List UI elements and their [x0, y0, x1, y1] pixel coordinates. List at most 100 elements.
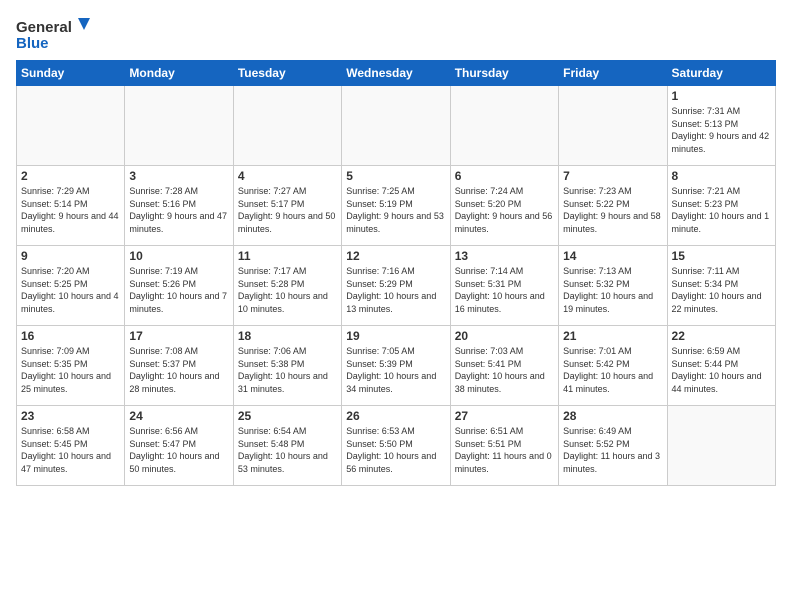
- svg-text:General: General: [16, 19, 72, 36]
- day-info: Sunrise: 6:56 AM Sunset: 5:47 PM Dayligh…: [129, 425, 228, 475]
- day-number: 27: [455, 409, 554, 423]
- day-info: Sunrise: 7:29 AM Sunset: 5:14 PM Dayligh…: [21, 185, 120, 235]
- day-number: 19: [346, 329, 445, 343]
- calendar-cell: [233, 86, 341, 166]
- day-number: 16: [21, 329, 120, 343]
- day-number: 6: [455, 169, 554, 183]
- calendar-cell: 13 Sunrise: 7:14 AM Sunset: 5:31 PM Dayli…: [450, 246, 558, 326]
- calendar-cell: 4 Sunrise: 7:27 AM Sunset: 5:17 PM Daylig…: [233, 166, 341, 246]
- calendar-cell: 23 Sunrise: 6:58 AM Sunset: 5:45 PM Dayli…: [17, 406, 125, 486]
- calendar-cell: 26 Sunrise: 6:53 AM Sunset: 5:50 PM Dayli…: [342, 406, 450, 486]
- calendar-cell: [125, 86, 233, 166]
- day-number: 24: [129, 409, 228, 423]
- day-number: 9: [21, 249, 120, 263]
- calendar-cell: 28 Sunrise: 6:49 AM Sunset: 5:52 PM Dayli…: [559, 406, 667, 486]
- calendar-cell: 8 Sunrise: 7:21 AM Sunset: 5:23 PM Daylig…: [667, 166, 775, 246]
- week-row-2: 2 Sunrise: 7:29 AM Sunset: 5:14 PM Daylig…: [17, 166, 776, 246]
- weekday-header-sunday: Sunday: [17, 61, 125, 86]
- calendar-cell: [667, 406, 775, 486]
- day-number: 5: [346, 169, 445, 183]
- day-number: 18: [238, 329, 337, 343]
- day-number: 15: [672, 249, 771, 263]
- calendar-cell: 20 Sunrise: 7:03 AM Sunset: 5:41 PM Dayli…: [450, 326, 558, 406]
- day-number: 13: [455, 249, 554, 263]
- day-info: Sunrise: 7:31 AM Sunset: 5:13 PM Dayligh…: [672, 105, 771, 155]
- day-number: 28: [563, 409, 662, 423]
- day-info: Sunrise: 7:25 AM Sunset: 5:19 PM Dayligh…: [346, 185, 445, 235]
- week-row-1: 1 Sunrise: 7:31 AM Sunset: 5:13 PM Daylig…: [17, 86, 776, 166]
- day-info: Sunrise: 6:49 AM Sunset: 5:52 PM Dayligh…: [563, 425, 662, 475]
- day-number: 4: [238, 169, 337, 183]
- weekday-header-saturday: Saturday: [667, 61, 775, 86]
- week-row-3: 9 Sunrise: 7:20 AM Sunset: 5:25 PM Daylig…: [17, 246, 776, 326]
- calendar-cell: 16 Sunrise: 7:09 AM Sunset: 5:35 PM Dayli…: [17, 326, 125, 406]
- calendar-cell: 2 Sunrise: 7:29 AM Sunset: 5:14 PM Daylig…: [17, 166, 125, 246]
- calendar-cell: 3 Sunrise: 7:28 AM Sunset: 5:16 PM Daylig…: [125, 166, 233, 246]
- calendar-cell: 19 Sunrise: 7:05 AM Sunset: 5:39 PM Dayli…: [342, 326, 450, 406]
- calendar-cell: 18 Sunrise: 7:06 AM Sunset: 5:38 PM Dayli…: [233, 326, 341, 406]
- day-number: 3: [129, 169, 228, 183]
- day-number: 17: [129, 329, 228, 343]
- day-info: Sunrise: 7:19 AM Sunset: 5:26 PM Dayligh…: [129, 265, 228, 315]
- week-row-4: 16 Sunrise: 7:09 AM Sunset: 5:35 PM Dayli…: [17, 326, 776, 406]
- calendar-cell: 21 Sunrise: 7:01 AM Sunset: 5:42 PM Dayli…: [559, 326, 667, 406]
- day-info: Sunrise: 7:28 AM Sunset: 5:16 PM Dayligh…: [129, 185, 228, 235]
- calendar-cell: 24 Sunrise: 6:56 AM Sunset: 5:47 PM Dayli…: [125, 406, 233, 486]
- day-number: 26: [346, 409, 445, 423]
- calendar-cell: 7Sunrise: 7:23 AM Sunset: 5:22 PM Daylig…: [559, 166, 667, 246]
- calendar-cell: 10 Sunrise: 7:19 AM Sunset: 5:26 PM Dayli…: [125, 246, 233, 326]
- day-number: 1: [672, 89, 771, 103]
- weekday-header-row: SundayMondayTuesdayWednesdayThursdayFrid…: [17, 61, 776, 86]
- day-info: Sunrise: 7:08 AM Sunset: 5:37 PM Dayligh…: [129, 345, 228, 395]
- day-info: Sunrise: 7:20 AM Sunset: 5:25 PM Dayligh…: [21, 265, 120, 315]
- day-info: Sunrise: 7:11 AM Sunset: 5:34 PM Dayligh…: [672, 265, 771, 315]
- calendar-cell: 15 Sunrise: 7:11 AM Sunset: 5:34 PM Dayli…: [667, 246, 775, 326]
- day-number: 21: [563, 329, 662, 343]
- calendar-table: SundayMondayTuesdayWednesdayThursdayFrid…: [16, 60, 776, 486]
- day-info: Sunrise: 7:03 AM Sunset: 5:41 PM Dayligh…: [455, 345, 554, 395]
- day-info: Sunrise: 7:01 AM Sunset: 5:42 PM Dayligh…: [563, 345, 662, 395]
- weekday-header-wednesday: Wednesday: [342, 61, 450, 86]
- day-info: Sunrise: 7:23 AM Sunset: 5:22 PM Dayligh…: [563, 185, 662, 235]
- day-info: Sunrise: 6:58 AM Sunset: 5:45 PM Dayligh…: [21, 425, 120, 475]
- calendar-cell: 17 Sunrise: 7:08 AM Sunset: 5:37 PM Dayli…: [125, 326, 233, 406]
- day-info: Sunrise: 7:06 AM Sunset: 5:38 PM Dayligh…: [238, 345, 337, 395]
- calendar-cell: [17, 86, 125, 166]
- weekday-header-thursday: Thursday: [450, 61, 558, 86]
- weekday-header-monday: Monday: [125, 61, 233, 86]
- calendar-cell: 6Sunrise: 7:24 AM Sunset: 5:20 PM Daylig…: [450, 166, 558, 246]
- weekday-header-tuesday: Tuesday: [233, 61, 341, 86]
- day-number: 10: [129, 249, 228, 263]
- day-number: 25: [238, 409, 337, 423]
- day-number: 20: [455, 329, 554, 343]
- day-number: 11: [238, 249, 337, 263]
- week-row-5: 23 Sunrise: 6:58 AM Sunset: 5:45 PM Dayli…: [17, 406, 776, 486]
- calendar-cell: [559, 86, 667, 166]
- calendar-cell: [450, 86, 558, 166]
- day-info: Sunrise: 7:27 AM Sunset: 5:17 PM Dayligh…: [238, 185, 337, 235]
- day-info: Sunrise: 7:05 AM Sunset: 5:39 PM Dayligh…: [346, 345, 445, 395]
- calendar-cell: 25 Sunrise: 6:54 AM Sunset: 5:48 PM Dayli…: [233, 406, 341, 486]
- day-number: 22: [672, 329, 771, 343]
- day-info: Sunrise: 6:59 AM Sunset: 5:44 PM Dayligh…: [672, 345, 771, 395]
- weekday-header-friday: Friday: [559, 61, 667, 86]
- day-info: Sunrise: 7:14 AM Sunset: 5:31 PM Dayligh…: [455, 265, 554, 315]
- header: GeneralBlue: [16, 16, 776, 52]
- calendar-cell: 5 Sunrise: 7:25 AM Sunset: 5:19 PM Daylig…: [342, 166, 450, 246]
- day-number: 23: [21, 409, 120, 423]
- day-info: Sunrise: 6:53 AM Sunset: 5:50 PM Dayligh…: [346, 425, 445, 475]
- day-info: Sunrise: 6:54 AM Sunset: 5:48 PM Dayligh…: [238, 425, 337, 475]
- day-number: 12: [346, 249, 445, 263]
- calendar-cell: [342, 86, 450, 166]
- day-info: Sunrise: 7:13 AM Sunset: 5:32 PM Dayligh…: [563, 265, 662, 315]
- day-number: 8: [672, 169, 771, 183]
- day-info: Sunrise: 7:17 AM Sunset: 5:28 PM Dayligh…: [238, 265, 337, 315]
- day-info: Sunrise: 7:21 AM Sunset: 5:23 PM Dayligh…: [672, 185, 771, 235]
- day-number: 2: [21, 169, 120, 183]
- calendar-cell: 11 Sunrise: 7:17 AM Sunset: 5:28 PM Dayli…: [233, 246, 341, 326]
- day-number: 14: [563, 249, 662, 263]
- calendar-cell: 27Sunrise: 6:51 AM Sunset: 5:51 PM Dayli…: [450, 406, 558, 486]
- day-info: Sunrise: 7:09 AM Sunset: 5:35 PM Dayligh…: [21, 345, 120, 395]
- svg-text:Blue: Blue: [16, 35, 49, 52]
- day-info: Sunrise: 7:16 AM Sunset: 5:29 PM Dayligh…: [346, 265, 445, 315]
